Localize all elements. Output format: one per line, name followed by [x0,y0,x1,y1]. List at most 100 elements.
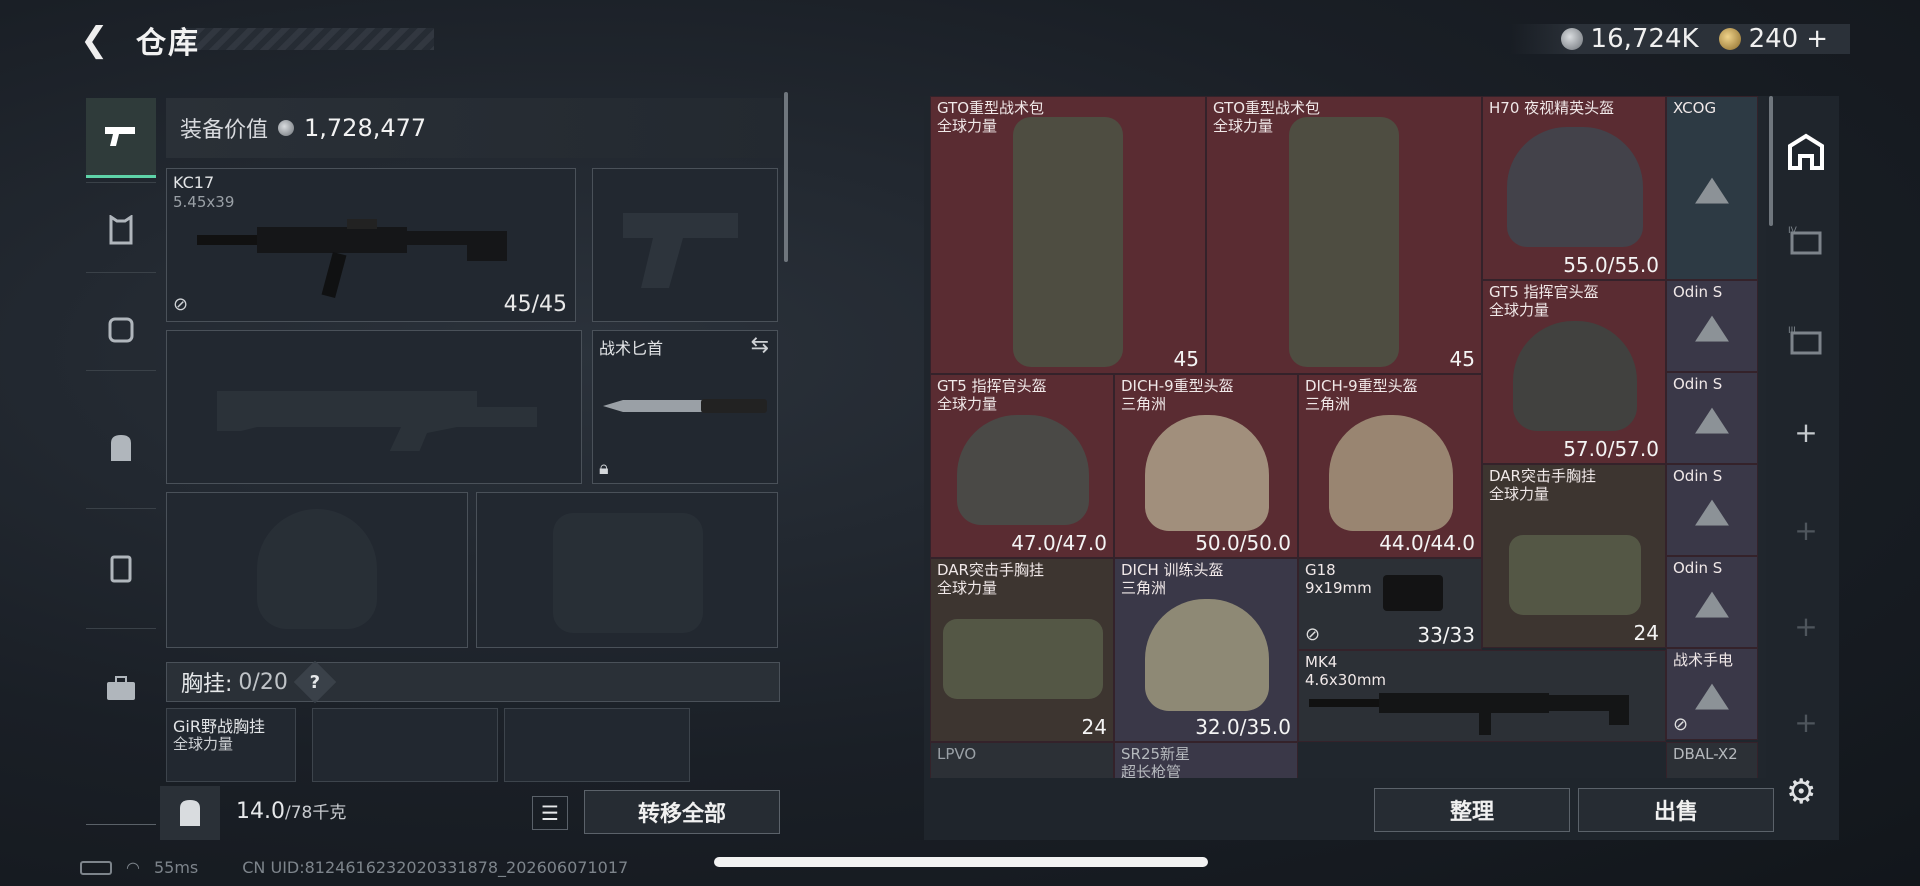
storage-item[interactable]: DICH 训练头盔 三角洲 32.0/35.0 [1114,558,1298,742]
helmet-image [957,415,1089,525]
page-title: 仓库 [136,26,200,61]
helmet-image [1145,415,1269,531]
storage-item[interactable]: G18 9x19mm ⊘ 33/33 [1298,558,1482,650]
item-faction: 全球力量 [937,395,998,413]
storage-item[interactable]: H70 夜视精英头盔 55.0/55.0 [1482,96,1666,280]
item-faction: 全球力量 [937,579,998,597]
storage-item[interactable]: DAR突击手胸挂 全球力量 24 [1482,464,1666,648]
storage-item[interactable]: GT5 指挥官头盔 全球力量 57.0/57.0 [1482,280,1666,464]
item-faction: 三角洲 [1121,395,1167,413]
chest-rig-slot[interactable] [312,708,498,782]
storage-item[interactable]: DICH-9重型头盔 三角洲 44.0/44.0 [1298,374,1482,558]
armor-slot[interactable] [476,492,778,648]
settings-gear-icon[interactable]: ⚙ [1786,772,1816,812]
add-tab-icon[interactable]: + [1772,590,1840,662]
case-category-icon[interactable] [86,528,156,608]
knife-image [603,399,767,413]
sell-button[interactable]: 出售 [1578,788,1774,832]
storage-home-icon[interactable] [1772,116,1840,188]
weight-max: /78千克 [284,803,347,823]
transfer-all-button[interactable]: 转移全部 [584,790,780,834]
item-faction: 三角洲 [1305,395,1351,413]
carry-weight: 14.0/78千克 [236,798,346,824]
helmet-category-icon[interactable] [86,288,156,368]
weight-current: 14.0 [236,799,285,824]
category-sidebar [86,88,156,826]
item-durability: 32.0/35.0 [1195,715,1291,739]
storage-tab-iv-icon[interactable]: IV [1772,206,1840,278]
item-sub: 超长枪管 [1121,763,1182,778]
top-bar: ❮ 仓库 16,724K 240 + [0,0,1920,80]
home-indicator[interactable] [714,857,1208,867]
pistol-placeholder-icon [623,213,738,288]
storage-item[interactable]: Odin S [1666,280,1758,372]
storage-item[interactable]: MK4 4.6x30mm [1298,650,1666,742]
bag-icon [160,786,220,840]
secondary-weapon-slot[interactable] [166,330,582,484]
storage-tab-iii-icon[interactable]: III [1772,306,1840,378]
helmet-image [1513,321,1637,431]
chest-rig-header: 胸挂: 0/20 ? [166,660,780,704]
chest-rig-image [1509,535,1641,615]
item-durability: 55.0/55.0 [1563,253,1659,277]
backpack-category-icon[interactable] [86,408,156,488]
item-capacity: 24 [1633,621,1659,645]
add-gold-button[interactable]: + [1806,24,1828,54]
equipment-value-amount: 1,728,477 [304,114,427,142]
placeholder-icon [1695,591,1729,618]
storage-item[interactable]: GTO重型战术包 全球力量 45 [1206,96,1482,374]
storage-item[interactable]: Odin S [1666,556,1758,648]
storage-item[interactable]: GTO重型战术包 全球力量 45 [930,96,1206,374]
silver-coin-icon [278,120,295,136]
add-tab-icon[interactable]: + [1772,494,1840,566]
item-name: GTO重型战术包 [937,99,1045,117]
storage-item[interactable]: LPVO [930,742,1114,778]
knife-slot[interactable]: 战术匕首 ⇆ 🔒︎ [592,330,778,484]
list-icon[interactable]: ☰ [532,796,568,830]
add-tab-icon[interactable]: + [1772,396,1840,468]
item-ammo: 33/33 [1417,623,1475,647]
scrollbar[interactable] [784,92,788,262]
svg-text:IV: IV [1788,226,1798,236]
pistol-category-icon[interactable] [86,98,156,178]
item-capacity: 45 [1449,347,1475,371]
loadout-panel: 装备价值 1,728,477 KC17 5.45x39 ⊘ 45/45 战术匕首… [160,92,788,840]
storage-item[interactable]: Odin S [1666,464,1758,556]
storage-item[interactable]: Odin S [1666,372,1758,464]
silver-coin-icon [1560,28,1583,50]
storage-item[interactable]: XCOG [1666,96,1758,280]
storage-item[interactable]: DAR突击手胸挂 全球力量 24 [930,558,1114,742]
placeholder-icon [1695,407,1729,434]
primary-weapon-ammo: 45/45 [503,292,567,317]
pistol-slot[interactable] [592,168,778,322]
swap-icon[interactable]: ⇆ [751,333,769,358]
no-insure-icon: ⊘ [1305,624,1321,645]
back-arrow-icon[interactable]: ❮ [80,22,116,58]
placeholder-icon [1695,499,1729,526]
storage-panel: GTO重型战术包 全球力量 45 GTO重型战术包 全球力量 45 H70 夜视… [924,96,1839,840]
chest-rig-item[interactable]: GiR野战胸挂 全球力量 [166,708,296,782]
storage-item[interactable]: 战术手电 ⊘ [1666,648,1758,740]
storage-item[interactable]: SR25新星 超长枪管 [1114,742,1298,778]
storage-grid: GTO重型战术包 全球力量 45 GTO重型战术包 全球力量 45 H70 夜视… [930,96,1766,778]
ping-value: 55ms [153,858,199,877]
helmet-placeholder-icon [257,509,377,629]
vest-category-icon[interactable] [86,190,156,270]
item-faction: 全球力量 [1489,301,1550,319]
primary-weapon-slot[interactable]: KC17 5.45x39 ⊘ 45/45 [166,168,576,322]
chest-rig-slot[interactable] [504,708,690,782]
chest-rig-capacity: 0/20 [238,669,288,695]
add-tab-icon[interactable]: + [1772,686,1840,758]
item-name: Odin S [1673,375,1723,393]
sort-button[interactable]: 整理 [1374,788,1570,832]
helmet-slot[interactable] [166,492,468,648]
item-name: GT5 指挥官头盔 [937,377,1047,395]
storage-item[interactable]: GT5 指挥官头盔 全球力量 47.0/47.0 [930,374,1114,558]
help-button[interactable]: ? [293,660,337,704]
help-icon: ? [309,671,321,693]
helmet-image [1329,415,1453,531]
storage-item[interactable]: DBAL-X2 [1666,742,1758,778]
storage-item[interactable]: DICH-9重型头盔 三角洲 50.0/50.0 [1114,374,1298,558]
silver-amount: 16,724K [1590,24,1699,54]
toolbox-category-icon[interactable] [86,648,156,728]
